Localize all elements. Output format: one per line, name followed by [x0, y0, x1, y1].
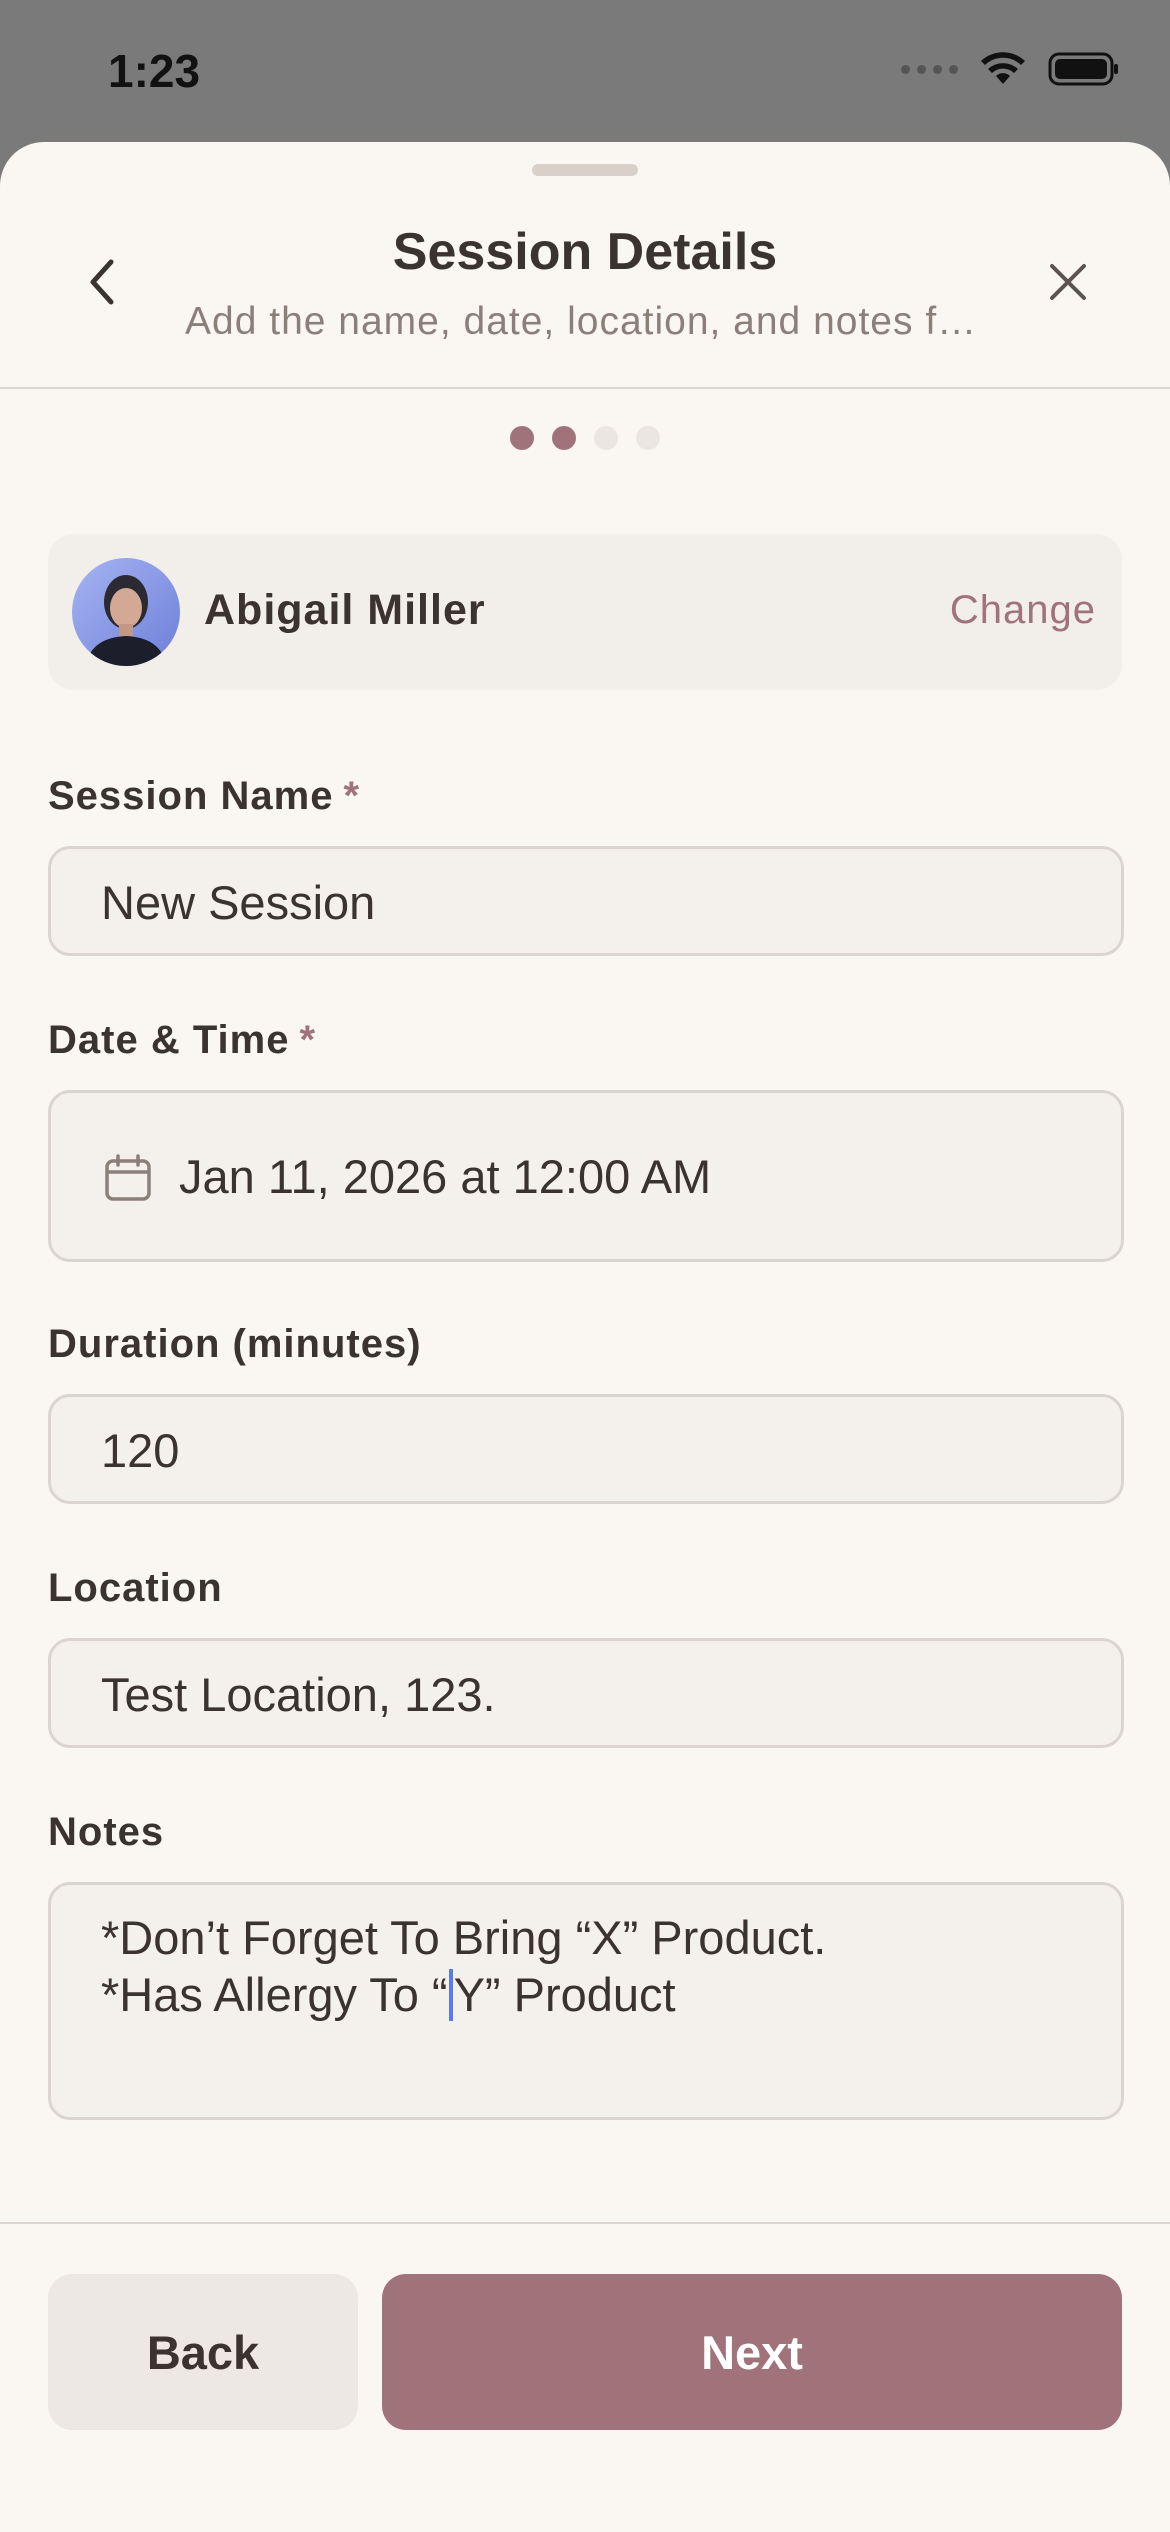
- location-value: Test Location, 123.: [101, 1668, 496, 1721]
- status-bar: 1:23: [0, 0, 1170, 150]
- step-indicator: [510, 426, 660, 450]
- step-dot-3: [594, 426, 618, 450]
- date-time-label: Date & Time *: [48, 1018, 316, 1063]
- change-client-button[interactable]: Change: [950, 588, 1096, 633]
- step-dot-4: [636, 426, 660, 450]
- notes-line-2-start: *Has Allergy To “: [101, 1968, 448, 2021]
- notes-value: *Don’t Forget To Bring “X” Product. *Has…: [101, 1909, 826, 2023]
- client-card: Abigail Miller Change: [48, 534, 1122, 690]
- session-details-sheet: Session Details Add the name, date, loca…: [0, 142, 1170, 2532]
- required-mark: *: [343, 774, 361, 818]
- header-divider: [0, 387, 1170, 389]
- notes-textarea[interactable]: *Don’t Forget To Bring “X” Product. *Has…: [48, 1882, 1124, 2120]
- duration-label: Duration (minutes): [48, 1322, 422, 1366]
- footer-divider: [0, 2222, 1170, 2224]
- duration-input[interactable]: 120: [48, 1394, 1124, 1504]
- notes-line-1: *Don’t Forget To Bring “X” Product.: [101, 1911, 827, 1964]
- session-name-label: Session Name *: [48, 774, 360, 819]
- back-button[interactable]: Back: [48, 2274, 358, 2430]
- location-label: Location: [48, 1566, 223, 1610]
- text-cursor: [448, 1969, 453, 2021]
- date-time-picker[interactable]: Jan 11, 2026 at 12:00 AM: [48, 1090, 1124, 1262]
- required-mark: *: [299, 1018, 317, 1062]
- wifi-icon: [981, 52, 1025, 84]
- close-button[interactable]: [1038, 252, 1098, 312]
- page-subtitle: Add the name, date, location, and notes …: [185, 300, 985, 343]
- date-time-value: Jan 11, 2026 at 12:00 AM: [179, 1150, 712, 1203]
- status-time: 1:23: [108, 45, 201, 97]
- session-name-value: New Session: [101, 876, 376, 929]
- sheet-grabber[interactable]: [532, 164, 638, 176]
- date-time-label-text: Date & Time: [48, 1018, 290, 1062]
- duration-value: 120: [101, 1424, 180, 1477]
- page-title: Session Details: [392, 223, 778, 281]
- location-input[interactable]: Test Location, 123.: [48, 1638, 1124, 1748]
- client-name: Abigail Miller: [204, 586, 486, 634]
- avatar: [72, 558, 180, 666]
- close-icon: [1050, 264, 1086, 300]
- next-button[interactable]: Next: [382, 2274, 1122, 2430]
- battery-icon: [1048, 52, 1118, 86]
- session-name-label-text: Session Name: [48, 774, 334, 818]
- notes-label: Notes: [48, 1810, 165, 1854]
- cellular-signal-icon: [901, 64, 958, 74]
- session-name-input[interactable]: New Session: [48, 846, 1124, 956]
- notes-line-2-end: Y” Product: [453, 1968, 676, 2021]
- step-dot-2: [552, 426, 576, 450]
- calendar-icon: [105, 1154, 151, 1201]
- status-icons: [901, 52, 1120, 86]
- step-dot-1: [510, 426, 534, 450]
